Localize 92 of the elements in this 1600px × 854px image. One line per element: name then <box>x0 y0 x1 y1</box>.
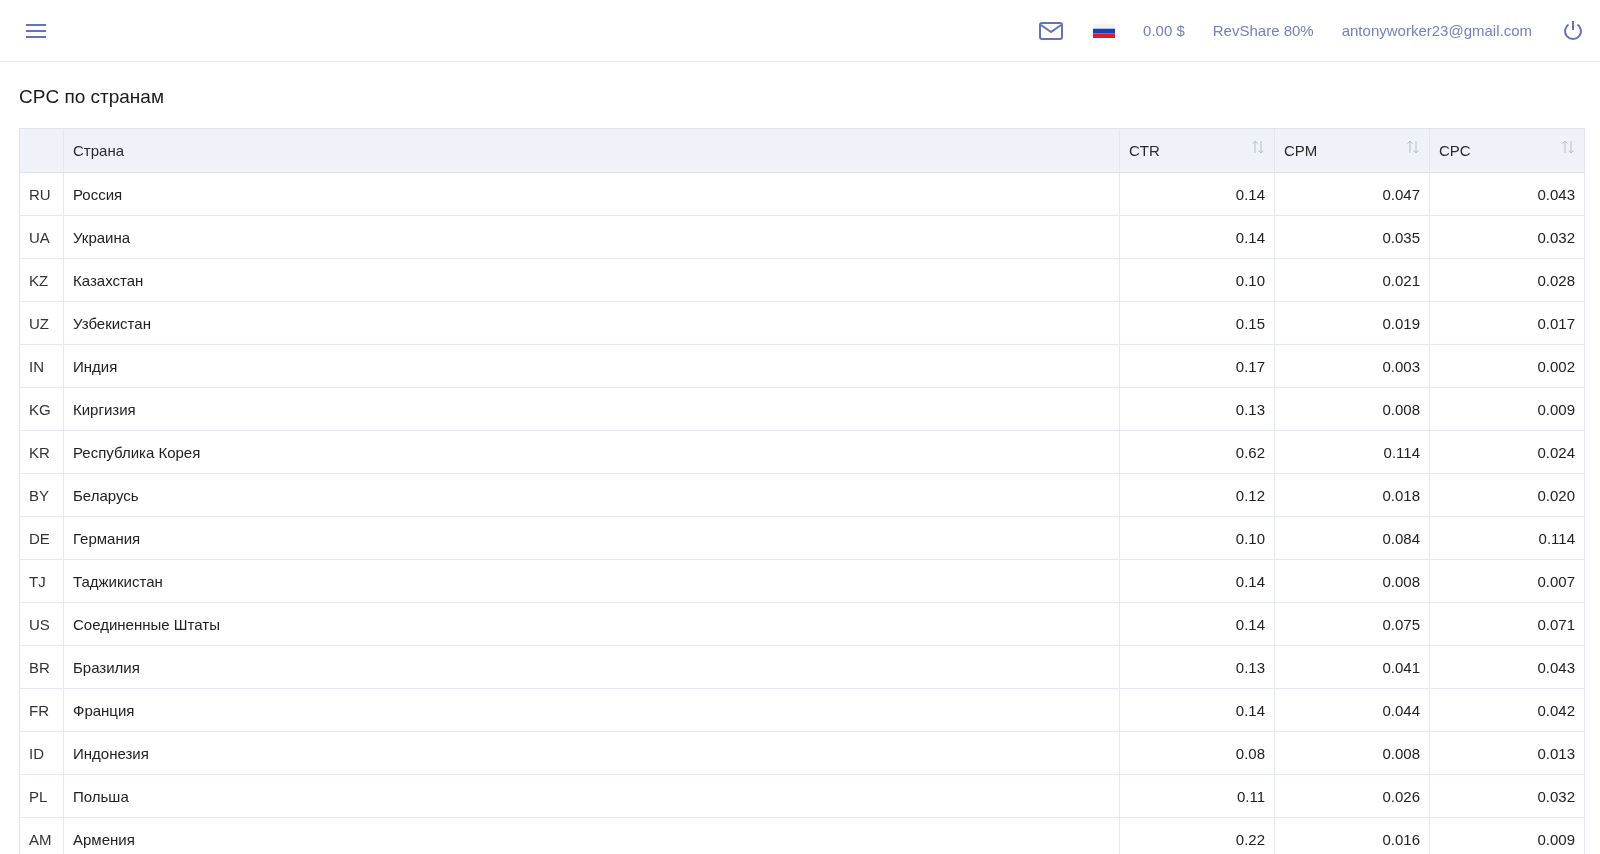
country-code-cell: AM <box>19 817 64 854</box>
value-cell: 0.14 <box>1119 688 1275 732</box>
value-cell: 0.14 <box>1119 559 1275 603</box>
value-cell: 0.14 <box>1119 602 1275 646</box>
value-cell: 0.62 <box>1119 430 1275 474</box>
value-cell: 0.14 <box>1119 215 1275 259</box>
value-cell: 0.019 <box>1274 301 1430 345</box>
column-header: Страна <box>63 128 1120 173</box>
country-cell: Армения <box>63 817 1120 854</box>
value-cell: 0.13 <box>1119 387 1275 431</box>
country-cell: Франция <box>63 688 1120 732</box>
country-code-cell: UZ <box>19 301 64 345</box>
value-cell: 0.016 <box>1274 817 1430 854</box>
country-cell: Беларусь <box>63 473 1120 517</box>
country-cell: Украина <box>63 215 1120 259</box>
country-cell: Киргизия <box>63 387 1120 431</box>
country-code-cell: TJ <box>19 559 64 603</box>
country-cell: Индия <box>63 344 1120 388</box>
value-cell: 0.14 <box>1119 172 1275 216</box>
country-cell: Казахстан <box>63 258 1120 302</box>
column-header[interactable]: CTR <box>1119 128 1275 173</box>
value-cell: 0.043 <box>1429 645 1585 689</box>
country-code-cell: ID <box>19 731 64 775</box>
country-code-cell: KZ <box>19 258 64 302</box>
value-cell: 0.047 <box>1274 172 1430 216</box>
value-cell: 0.043 <box>1429 172 1585 216</box>
country-code-cell: KG <box>19 387 64 431</box>
value-cell: 0.002 <box>1429 344 1585 388</box>
country-code-cell: KR <box>19 430 64 474</box>
value-cell: 0.13 <box>1119 645 1275 689</box>
country-cell: Таджикистан <box>63 559 1120 603</box>
value-cell: 0.10 <box>1119 516 1275 560</box>
value-cell: 0.114 <box>1274 430 1430 474</box>
country-code-cell: PL <box>19 774 64 818</box>
value-cell: 0.10 <box>1119 258 1275 302</box>
value-cell: 0.007 <box>1429 559 1585 603</box>
value-cell: 0.032 <box>1429 774 1585 818</box>
value-cell: 0.020 <box>1429 473 1585 517</box>
country-cell: Индонезия <box>63 731 1120 775</box>
value-cell: 0.032 <box>1429 215 1585 259</box>
country-code-cell: DE <box>19 516 64 560</box>
column-header[interactable]: CPM <box>1274 128 1430 173</box>
value-cell: 0.009 <box>1429 817 1585 854</box>
country-cell: Узбекистан <box>63 301 1120 345</box>
country-code-cell: BR <box>19 645 64 689</box>
country-cell: Республика Корея <box>63 430 1120 474</box>
value-cell: 0.003 <box>1274 344 1430 388</box>
value-cell: 0.024 <box>1429 430 1585 474</box>
page-title: CPC по странам <box>19 86 165 108</box>
email-text: antonyworker23@gmail.com <box>1341 22 1532 39</box>
value-cell: 0.11 <box>1119 774 1275 818</box>
column-header[interactable]: CPC <box>1429 128 1585 173</box>
value-cell: 0.15 <box>1119 301 1275 345</box>
value-cell: 0.084 <box>1274 516 1430 560</box>
value-cell: 0.018 <box>1274 473 1430 517</box>
value-cell: 0.12 <box>1119 473 1275 517</box>
country-code-cell: UA <box>19 215 64 259</box>
value-cell: 0.071 <box>1429 602 1585 646</box>
country-code-cell: RU <box>19 172 64 216</box>
country-code-cell: BY <box>19 473 64 517</box>
value-cell: 0.044 <box>1274 688 1430 732</box>
value-cell: 0.041 <box>1274 645 1430 689</box>
flag-icon[interactable] <box>1093 23 1116 38</box>
power-icon[interactable] <box>1562 19 1584 42</box>
value-cell: 0.114 <box>1429 516 1585 560</box>
value-cell: 0.008 <box>1274 387 1430 431</box>
value-cell: 0.008 <box>1274 559 1430 603</box>
value-cell: 0.17 <box>1119 344 1275 388</box>
value-cell: 0.08 <box>1119 731 1275 775</box>
country-cell: Россия <box>63 172 1120 216</box>
value-cell: 0.035 <box>1274 215 1430 259</box>
country-code-cell: US <box>19 602 64 646</box>
country-cell: Бразилия <box>63 645 1120 689</box>
value-cell: 0.042 <box>1429 688 1585 732</box>
country-code-cell: FR <box>19 688 64 732</box>
value-cell: 0.075 <box>1274 602 1430 646</box>
menu-icon[interactable] <box>25 22 47 39</box>
value-cell: 0.026 <box>1274 774 1430 818</box>
value-cell: 0.008 <box>1274 731 1430 775</box>
value-cell: 0.021 <box>1274 258 1430 302</box>
value-cell: 0.017 <box>1429 301 1585 345</box>
revshare-text: RevShare 80% <box>1212 22 1314 39</box>
balance-text: 0.00 $ <box>1143 22 1185 39</box>
value-cell: 0.22 <box>1119 817 1275 854</box>
country-cell: Польша <box>63 774 1120 818</box>
value-cell: 0.013 <box>1429 731 1585 775</box>
country-cell: Соединенные Штаты <box>63 602 1120 646</box>
country-cell: Германия <box>63 516 1120 560</box>
value-cell: 0.009 <box>1429 387 1585 431</box>
value-cell: 0.028 <box>1429 258 1585 302</box>
country-code-cell: IN <box>19 344 64 388</box>
envelope-icon[interactable] <box>1039 21 1064 40</box>
